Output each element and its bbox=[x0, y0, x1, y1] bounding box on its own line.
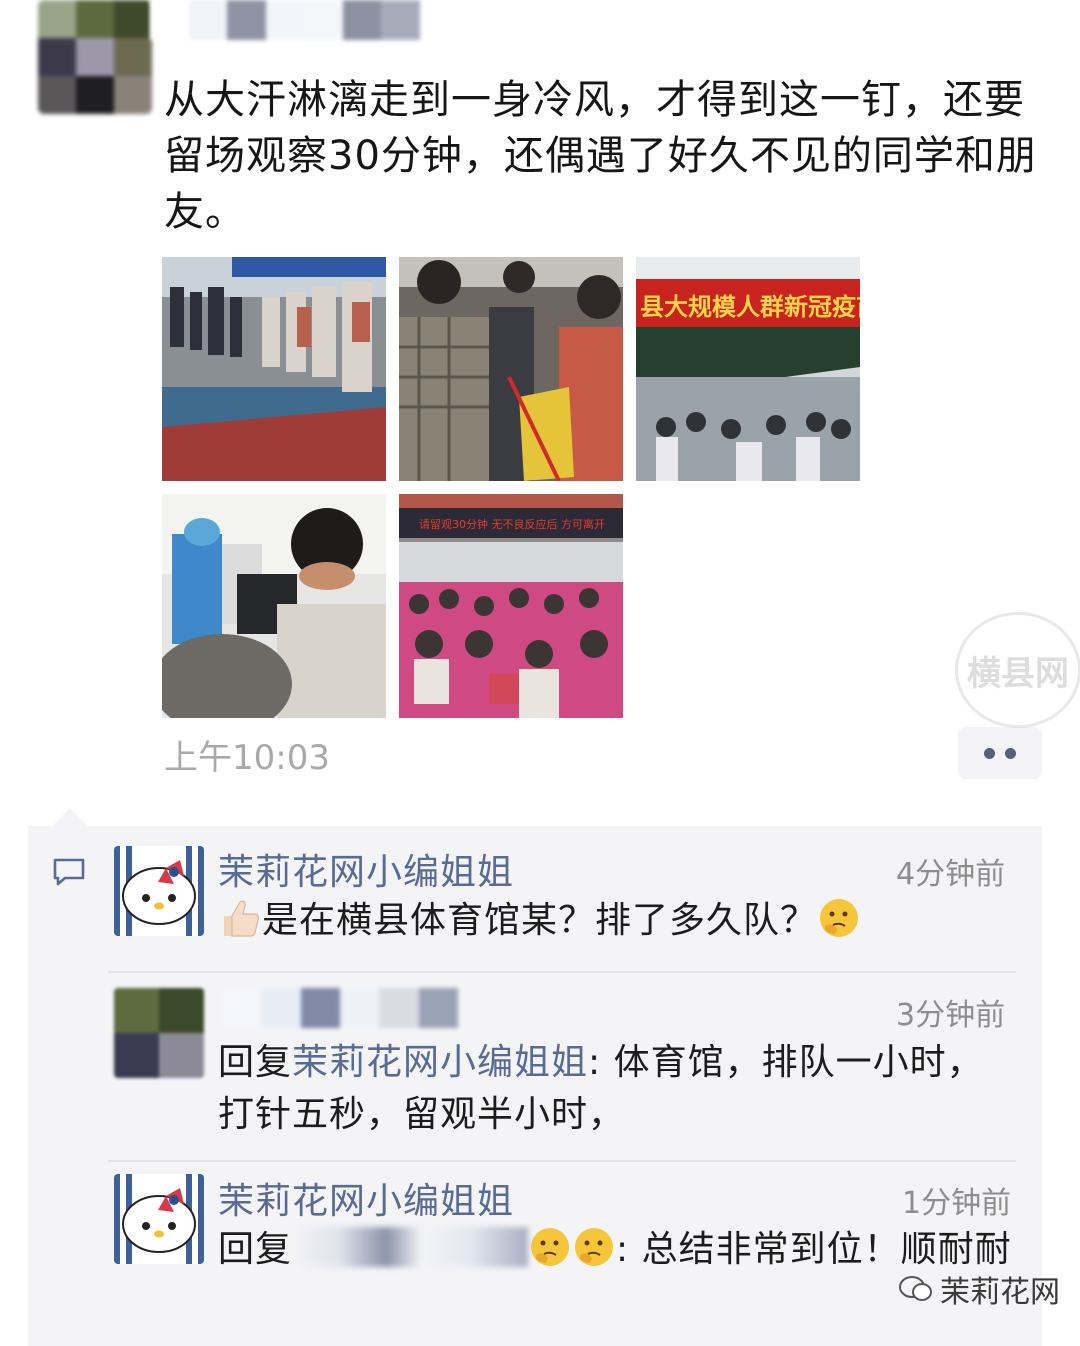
more-actions-button[interactable] bbox=[958, 727, 1042, 779]
svg-text:县大规模人群新冠疫苗: 县大规模人群新冠疫苗 bbox=[640, 293, 860, 321]
photo-observation-area[interactable]: 请留观30分钟 无不良反应后 方可离开 bbox=[399, 494, 623, 718]
comment-time: 3分钟前 bbox=[896, 998, 1006, 1033]
commenter-avatar[interactable] bbox=[114, 988, 204, 1078]
comment-text: 回复茉莉花网小编姐姐: 体育馆，排队一小时，打针五秒，留观半小时， bbox=[218, 1037, 988, 1141]
comment-body: : 总结非常到位！顺耐耐 bbox=[616, 1229, 1012, 1270]
commenter-name[interactable] bbox=[222, 988, 458, 1028]
poster-avatar[interactable] bbox=[38, 0, 152, 114]
photo-queue-outdoor[interactable] bbox=[162, 257, 386, 481]
photo-vaccination[interactable] bbox=[162, 494, 386, 718]
reply-prefix: 回复 bbox=[218, 1042, 293, 1083]
comment-time: 1分钟前 bbox=[902, 1186, 1012, 1221]
reply-to-name-blurred[interactable] bbox=[292, 1227, 529, 1267]
post-text: 从大汗淋漓走到一身冷风，才得到这一钉，还要留场观察30分钟，还偶遇了好久不见的同… bbox=[164, 77, 1037, 235]
comment-author[interactable]: 茉莉花网小编姐姐 bbox=[218, 1172, 514, 1224]
post-timestamp: 上午10:03 bbox=[164, 738, 330, 778]
reply-to-link[interactable]: 茉莉花网小编姐姐 bbox=[292, 1042, 588, 1083]
stamp-logo: 横县网 bbox=[955, 612, 1080, 728]
brand-name: 茉莉花网 bbox=[940, 1275, 1060, 1310]
thumbs-up-emoji bbox=[224, 900, 259, 937]
comment-divider bbox=[108, 1160, 1016, 1162]
thinking-face-emoji bbox=[820, 899, 859, 937]
thinking-face-emoji bbox=[575, 1228, 614, 1266]
reply-prefix: 回复 bbox=[218, 1229, 293, 1270]
wechat-icon bbox=[899, 1276, 932, 1301]
comment-author[interactable]: 茉莉花网小编姐姐 bbox=[218, 843, 514, 895]
photo-queue-crowd[interactable] bbox=[399, 257, 623, 481]
comment-body: 是在横县体育馆某？排了多久队？ bbox=[262, 900, 818, 941]
comment-text: 是在横县体育馆某？排了多久队？ bbox=[218, 895, 1008, 947]
comment-divider bbox=[108, 971, 1016, 973]
poster-name[interactable] bbox=[150, 0, 421, 40]
comment-time: 4分钟前 bbox=[896, 857, 1006, 892]
speech-bubble-icon bbox=[53, 858, 85, 886]
thinking-face-emoji bbox=[531, 1228, 570, 1266]
svg-text:请留观30分钟 无不良反应后 方可离开: 请留观30分钟 无不良反应后 方可离开 bbox=[419, 517, 605, 531]
commenter-avatar[interactable] bbox=[114, 846, 204, 936]
photo-venue-entrance[interactable]: 县大规模人群新冠疫苗 bbox=[636, 257, 860, 481]
commenter-avatar[interactable] bbox=[114, 1174, 204, 1264]
more-dots-icon bbox=[984, 747, 995, 759]
panel-notch bbox=[52, 808, 88, 826]
brand-watermark: 茉莉花网 bbox=[898, 1267, 1060, 1311]
